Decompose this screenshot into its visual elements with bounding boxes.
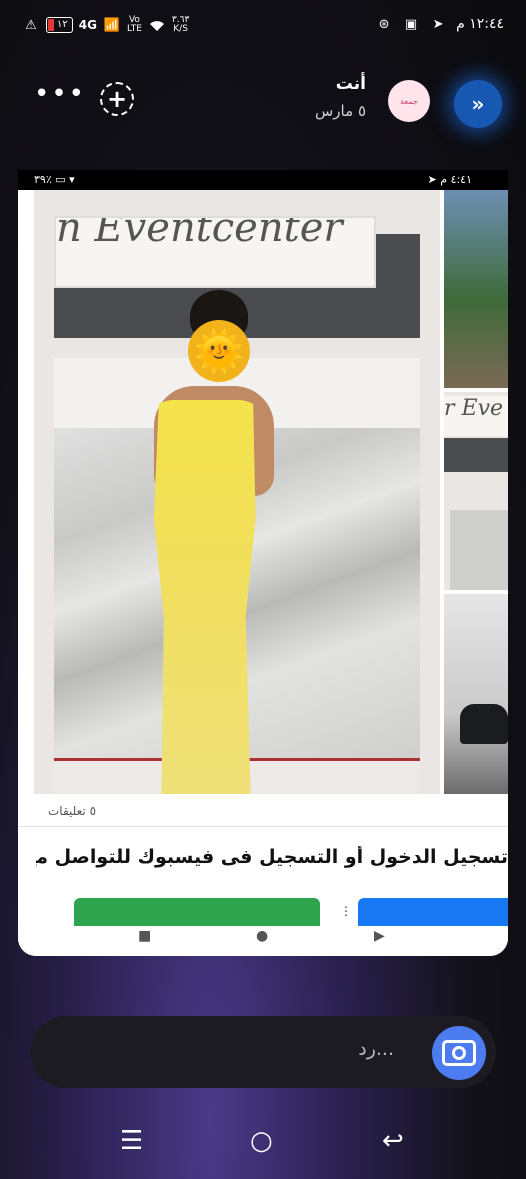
story-content-card[interactable]: n Eventcenter 🌞 r Eve ٥ تعليقات تسجيل ال… — [18, 190, 508, 956]
back-icon[interactable]: ↩ — [382, 1126, 404, 1156]
venue-sign: n Eventcenter — [54, 216, 376, 288]
reply-bar[interactable]: رد... — [30, 1016, 496, 1088]
avatar[interactable]: جمعة — [388, 80, 430, 122]
inner-home-icon: ● — [256, 928, 269, 944]
comments-count[interactable]: ٥ تعليقات — [48, 804, 96, 818]
app-notification-icon: ⊛ — [378, 16, 390, 32]
add-glyph: + — [106, 85, 128, 113]
net-speed: ٣.٦٣ K/S — [172, 16, 189, 34]
signal-icon: 📶 — [103, 17, 121, 33]
story-user-name: أنت — [335, 74, 366, 94]
face-emoji: 🌞 — [194, 328, 244, 375]
next-story-button[interactable]: » — [454, 80, 502, 128]
facebook-login-prompt: تسجيل الدخول أو التسجيل فى فيسبوك للتواص… — [36, 846, 508, 868]
volte-bottom: LTE — [126, 24, 142, 34]
story-date: ٥ مارس — [315, 102, 366, 120]
camera-icon — [442, 1040, 476, 1066]
battery-level: ١٢ — [57, 19, 68, 30]
inner-recent-icon: ■ — [138, 928, 152, 944]
inner-battery-level: ٣٩٪ — [34, 173, 52, 186]
inner-battery: ٣٩٪ ▭ ▾ — [34, 173, 75, 186]
inner-back-icon: ▶ — [374, 928, 385, 944]
venue-sign-text: n Eventcenter — [56, 216, 343, 251]
car-shape — [460, 704, 508, 744]
camera-button[interactable] — [432, 1026, 486, 1080]
status-left: ⚠ ١٢ 4G 📶 Vo LTE ٣.٦٣ K/S — [22, 16, 189, 34]
story-header: ••• + أنت ٥ مارس جمعة » — [0, 62, 526, 142]
inner-time: ٤:٤١ م — [440, 173, 472, 186]
double-chevron-icon: » — [471, 92, 485, 116]
reply-input[interactable]: رد... — [358, 1038, 394, 1060]
warning-icon: ⚠ — [25, 17, 37, 33]
volte-badge: Vo LTE — [127, 16, 142, 34]
side-photo-2[interactable]: r Eve — [444, 392, 508, 590]
avatar-text: جمعة — [400, 96, 418, 106]
inner-clock: ➤ ٤:٤١ م — [427, 173, 472, 186]
sun-emoji-icon: 🌞 — [188, 320, 250, 382]
battery-indicator: ١٢ — [46, 17, 73, 33]
side-sign: r Eve — [444, 396, 508, 436]
inner-status-bar: ٣٩٪ ▭ ▾ ➤ ٤:٤١ م — [18, 170, 508, 190]
side-photo-1[interactable] — [444, 190, 508, 388]
separator-dot: ⋮ — [340, 904, 352, 918]
wifi-icon — [148, 18, 166, 32]
side-photo-3[interactable] — [444, 594, 508, 794]
side-photos: r Eve — [444, 190, 508, 794]
comments-row: ٥ تعليقات — [18, 794, 508, 827]
telegram-icon: ➤ — [432, 16, 444, 32]
gallery-icon: ▣ — [404, 16, 418, 32]
speed-unit: K/S — [173, 24, 188, 34]
side-sign-text: r Eve — [444, 396, 504, 421]
status-bar: ⚠ ١٢ 4G 📶 Vo LTE ٣.٦٣ K/S ⊛ ▣ ➤ ١٢:٤٤ م — [0, 0, 526, 56]
recent-apps-icon[interactable]: ☰ — [120, 1126, 143, 1156]
more-options-icon[interactable]: ••• — [34, 81, 86, 107]
system-nav-bar: ☰ ○ ↩ — [0, 1118, 526, 1168]
side-marble — [450, 510, 508, 590]
side-dark-panel — [444, 438, 508, 472]
add-story-icon[interactable]: + — [100, 82, 134, 116]
home-icon[interactable]: ○ — [250, 1126, 273, 1156]
inner-nav-bar: ■ ● ▶ — [18, 926, 508, 956]
main-photo[interactable]: n Eventcenter 🌞 — [34, 190, 440, 794]
clock: ١٢:٤٤ م — [456, 16, 504, 32]
network-type: 4G — [78, 18, 97, 32]
status-right: ⊛ ▣ ➤ ١٢:٤٤ م — [375, 16, 504, 32]
